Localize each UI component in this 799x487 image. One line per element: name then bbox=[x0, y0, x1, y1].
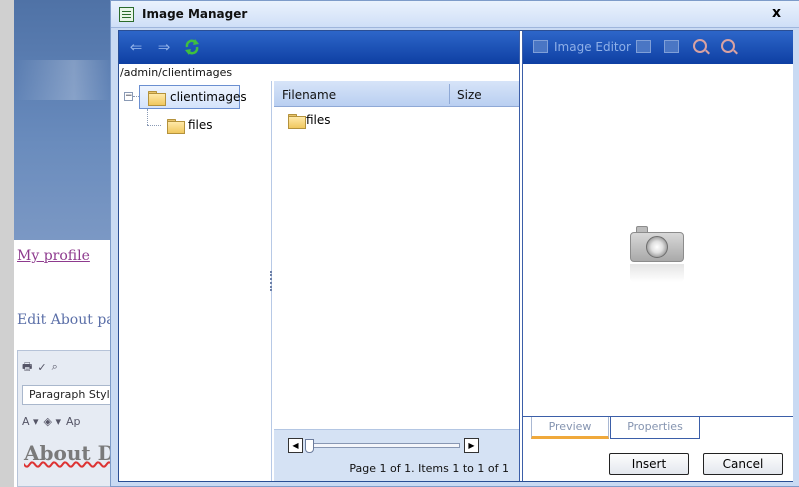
best-fit-icon[interactable] bbox=[636, 40, 651, 53]
background-toolbar-row-1: 🖶 ✓ ⌕ bbox=[22, 357, 58, 377]
image-editor-icon[interactable] bbox=[533, 40, 548, 53]
actual-size-icon[interactable] bbox=[664, 40, 679, 53]
dialog-titlebar[interactable]: Image Manager x bbox=[111, 1, 799, 28]
page-slider[interactable]: ◀ ▶ bbox=[288, 438, 480, 454]
tab-preview[interactable]: Preview bbox=[531, 417, 609, 439]
image-editor-toolbar: Image Editor bbox=[523, 31, 793, 64]
edit-about-page-text: Edit About pag bbox=[17, 312, 124, 328]
spellcheck-icon[interactable]: ✓ bbox=[37, 361, 46, 374]
font-color-icon[interactable]: A ▾ bbox=[22, 415, 39, 428]
grid-pager: ◀ ▶ Page 1 of 1. Items 1 to 1 of 1 bbox=[274, 429, 519, 481]
image-manager-dialog: Image Manager x ⇐ ⇒ /admin/clientimages bbox=[110, 0, 799, 487]
cancel-button[interactable]: Cancel bbox=[703, 453, 783, 475]
column-header-size[interactable]: Size bbox=[457, 88, 482, 102]
image-editor-label[interactable]: Image Editor bbox=[554, 40, 631, 54]
column-separator[interactable] bbox=[449, 84, 450, 104]
background-left-strip bbox=[0, 0, 14, 487]
zoom-out-icon[interactable] bbox=[721, 39, 735, 53]
close-button[interactable]: x bbox=[772, 5, 781, 21]
image-manager-icon bbox=[119, 7, 134, 22]
file-grid: Filename Size files ◀ ▶ Page 1 of 1. Ite… bbox=[274, 81, 519, 481]
tree-node-clientimages[interactable]: clientimages bbox=[139, 85, 247, 109]
column-header-filename[interactable]: Filename bbox=[282, 88, 336, 102]
folder-icon bbox=[288, 113, 306, 129]
my-profile-link[interactable]: My profile bbox=[17, 248, 90, 264]
back-icon[interactable]: ⇐ bbox=[127, 38, 145, 56]
background-banner bbox=[14, 0, 114, 240]
current-path: /admin/clientimages bbox=[120, 66, 233, 79]
binoculars-icon[interactable]: ⌕ bbox=[52, 360, 58, 374]
pager-info: Page 1 of 1. Items 1 to 1 of 1 bbox=[349, 462, 509, 475]
background-editor-toolbar: 🖶 ✓ ⌕ Paragraph Style A ▾ ◈ ▾ Ap About D bbox=[17, 350, 115, 487]
slider-left-button[interactable]: ◀ bbox=[288, 438, 303, 453]
slider-right-button[interactable]: ▶ bbox=[464, 438, 479, 453]
image-preview-area bbox=[523, 64, 793, 416]
table-row[interactable]: files bbox=[288, 113, 331, 129]
folder-icon bbox=[167, 118, 185, 134]
tree-node-label: clientimages bbox=[170, 90, 247, 104]
tree-node-label: files bbox=[188, 118, 213, 132]
camera-icon bbox=[630, 226, 684, 262]
insert-button[interactable]: Insert bbox=[609, 453, 689, 475]
tab-properties[interactable]: Properties bbox=[610, 417, 700, 439]
preview-tabs-area: Preview Properties Insert Cancel bbox=[523, 416, 793, 481]
tree-node-files[interactable]: files bbox=[167, 115, 213, 135]
tree-connector bbox=[147, 109, 148, 125]
zoom-in-icon[interactable] bbox=[693, 39, 707, 53]
grid-header: Filename Size bbox=[274, 81, 519, 107]
toolbar-row-2-text: Ap bbox=[66, 414, 81, 428]
folder-tree: − clientimages files bbox=[119, 81, 272, 481]
about-heading: About D bbox=[24, 441, 115, 465]
dialog-body: ⇐ ⇒ /admin/clientimages − clientimages f… bbox=[118, 30, 793, 482]
file-browser-panel: ⇐ ⇒ /admin/clientimages − clientimages f… bbox=[119, 31, 520, 481]
print-icon[interactable]: 🖶 bbox=[22, 358, 32, 377]
dialog-title: Image Manager bbox=[142, 7, 248, 21]
forward-icon[interactable]: ⇒ bbox=[155, 38, 173, 56]
file-name: files bbox=[306, 113, 331, 127]
slider-track[interactable] bbox=[306, 443, 460, 448]
highlight-icon[interactable]: ◈ ▾ bbox=[44, 415, 61, 428]
camera-reflection bbox=[630, 264, 684, 282]
file-browser-toolbar: ⇐ ⇒ bbox=[119, 31, 519, 64]
preview-panel: Image Editor Preview Properties Insert C… bbox=[522, 31, 793, 481]
collapse-toggle-icon[interactable]: − bbox=[124, 92, 133, 101]
refresh-icon[interactable] bbox=[183, 38, 201, 56]
tree-connector bbox=[147, 125, 161, 126]
background-toolbar-row-2: A ▾ ◈ ▾ Ap bbox=[22, 411, 81, 431]
folder-icon bbox=[148, 90, 166, 106]
slider-thumb[interactable] bbox=[305, 439, 314, 453]
pane-splitter[interactable] bbox=[270, 271, 272, 291]
paragraph-style-dropdown[interactable]: Paragraph Style bbox=[22, 385, 112, 405]
